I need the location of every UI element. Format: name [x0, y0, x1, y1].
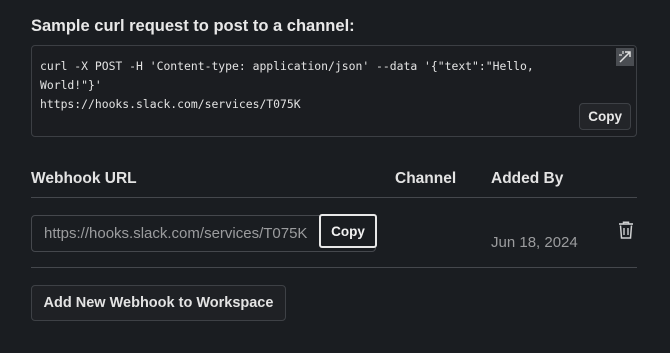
sample-code-block: curl -X POST -H 'Content-type: applicati…	[31, 45, 637, 137]
added-by-header: Added By	[491, 170, 564, 187]
trash-icon[interactable]	[617, 220, 635, 245]
added-date: Jun 18, 2024	[491, 234, 578, 251]
sample-code-text: curl -X POST -H 'Content-type: applicati…	[40, 59, 534, 111]
copy-curl-button[interactable]: Copy	[579, 103, 631, 130]
row-divider	[31, 267, 637, 268]
header-divider	[31, 197, 637, 198]
webhook-url-header: Webhook URL	[31, 170, 137, 187]
webhooks-panel: Sample curl request to post to a channel…	[0, 0, 670, 353]
sample-curl-title: Sample curl request to post to a channel…	[31, 17, 355, 35]
expand-icon[interactable]	[616, 48, 634, 66]
copy-webhook-url-button[interactable]: Copy	[319, 214, 377, 248]
channel-header: Channel	[395, 170, 457, 187]
webhook-url-text: https://hooks.slack.com/services/T075K	[44, 225, 308, 242]
add-webhook-button[interactable]: Add New Webhook to Workspace	[31, 285, 286, 321]
